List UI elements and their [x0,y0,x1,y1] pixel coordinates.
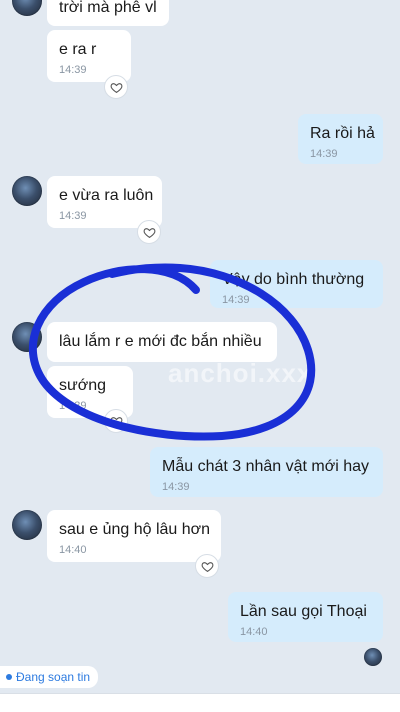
message-text: Ra rồi hả [310,125,375,142]
message-text: Vậy do bình thường [222,271,365,288]
like-button[interactable] [195,554,219,578]
message-time: 14:39 [222,294,250,306]
heart-icon [201,561,213,572]
avatar[interactable] [12,0,42,16]
message-bubble-outgoing[interactable]: Mẫu chát 3 nhân vật mới hay 14:39 [150,447,383,497]
message-time: 14:39 [162,481,190,493]
heart-icon [143,227,155,238]
message-input-bar[interactable] [0,693,400,712]
watermark: anchoi.xxx [168,358,313,388]
message-time: 14:39 [59,210,87,222]
like-button[interactable] [104,409,128,433]
message-bubble-outgoing[interactable]: Vậy do bình thường 14:39 [210,260,383,308]
message-time: 14:40 [240,626,268,638]
message-text: e vừa ra luôn [59,187,154,204]
message-text: sướng [59,377,106,394]
avatar[interactable] [12,322,42,352]
message-bubble-incoming[interactable]: lâu lắm r e mới đc bắn nhiều [47,322,277,362]
message-text: Mẫu chát 3 nhân vật mới hay [162,458,370,475]
message-text: trời mà phê vl [59,0,157,16]
message-text: lâu lắm r e mới đc bắn nhiều [59,333,262,350]
avatar[interactable] [12,510,42,540]
like-button[interactable] [104,75,128,99]
seen-avatar [364,648,382,666]
message-bubble-outgoing[interactable]: Ra rồi hả 14:39 [298,114,383,164]
heart-icon [110,416,122,427]
message-text: sau e ủng hộ lâu hơn [59,521,211,538]
message-text: Lần sau gọi Thoại [240,603,367,620]
message-bubble-outgoing[interactable]: Lần sau gọi Thoại 14:40 [228,592,383,642]
message-text: e ra r [59,41,97,58]
avatar[interactable] [12,176,42,206]
message-bubble-incoming[interactable]: sau e ủng hộ lâu hơn 14:40 [47,510,221,562]
message-bubble-incoming[interactable]: trời mà phê vl [47,0,169,26]
typing-indicator: Đang soạn tin [0,666,99,688]
typing-indicator-label: Đang soạn tin [16,670,91,684]
message-time: 14:39 [310,148,338,160]
message-bubble-incoming[interactable]: e ra r 14:39 [47,30,131,82]
heart-icon [110,82,122,93]
like-button[interactable] [137,220,161,244]
typing-dot-icon [6,674,12,680]
message-time: 14:39 [59,64,87,76]
message-time: 14:40 [59,544,87,556]
